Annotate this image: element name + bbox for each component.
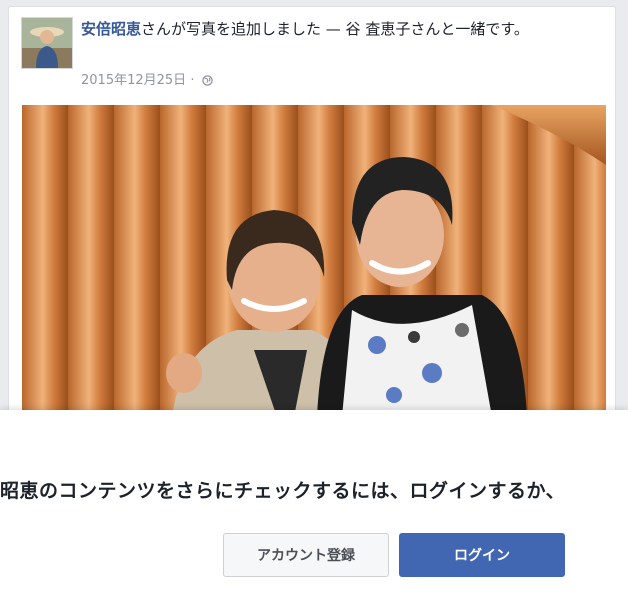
- post-date-link[interactable]: 2015年12月25日: [81, 73, 186, 88]
- globe-icon[interactable]: [201, 75, 213, 90]
- login-overlay: 昭恵のコンテンツをさらにチェックするには、ログインするか、 アカウント登録 ログ…: [0, 410, 628, 603]
- post-photo[interactable]: [22, 105, 606, 417]
- create-account-button[interactable]: アカウント登録: [223, 533, 389, 577]
- meta-separator: ·: [190, 73, 195, 88]
- post-header: 安倍昭恵さんが写真を追加しました — 谷 査恵子さんと一緒です。: [81, 19, 601, 39]
- post-meta: 2015年12月25日 ·: [81, 69, 213, 90]
- photo-image: [22, 105, 606, 417]
- author-name-link[interactable]: 安倍昭恵: [81, 20, 141, 38]
- author-avatar[interactable]: [21, 17, 73, 69]
- post-card: 安倍昭恵さんが写真を追加しました — 谷 査恵子さんと一緒です。 2015年12…: [8, 6, 616, 418]
- avatar-photo: [22, 18, 72, 68]
- login-button[interactable]: ログイン: [399, 533, 565, 577]
- post-action-text: さんが写真を追加しました — 谷 査恵子さんと一緒です。: [141, 20, 529, 38]
- login-prompt-text: 昭恵のコンテンツをさらにチェックするには、ログインするか、: [0, 480, 566, 502]
